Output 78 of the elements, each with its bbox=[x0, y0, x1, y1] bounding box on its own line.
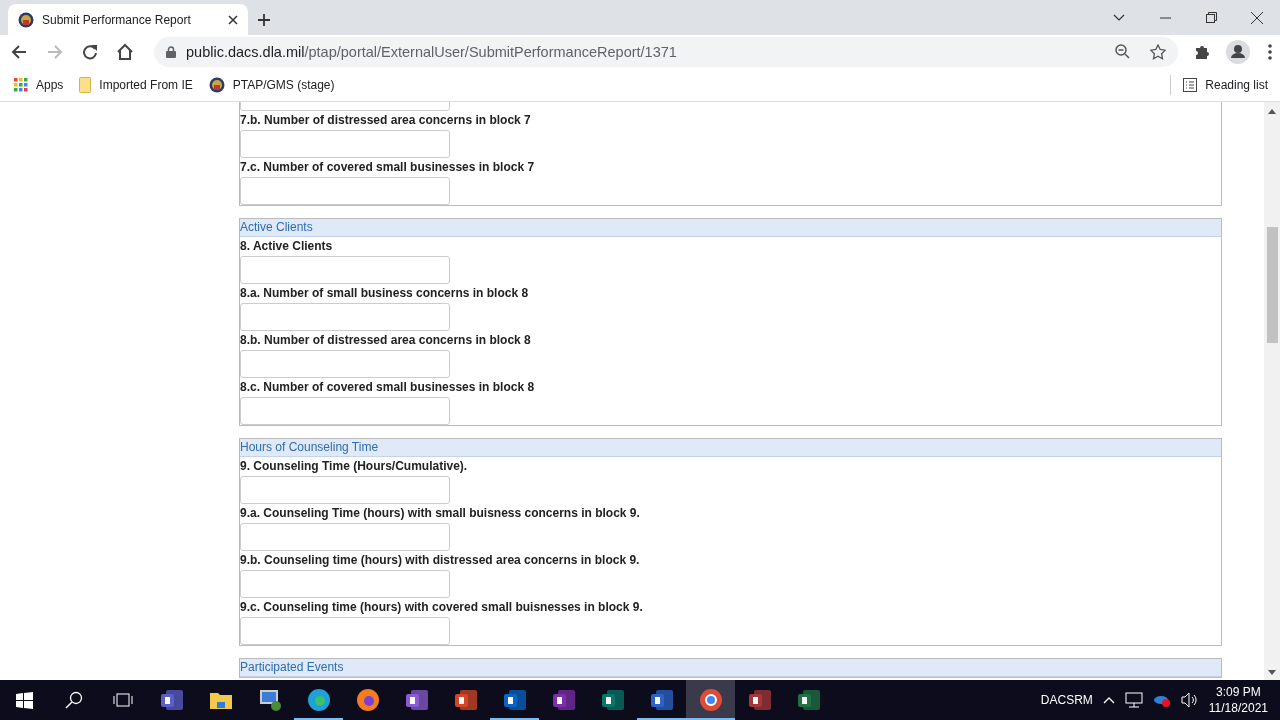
scroll-down-icon[interactable] bbox=[1268, 670, 1276, 675]
app-icon bbox=[698, 688, 723, 712]
app-icon bbox=[453, 688, 478, 712]
windows-logo-icon bbox=[16, 691, 33, 709]
section-header: Active Clients bbox=[240, 219, 1221, 237]
scroll-thumb[interactable] bbox=[1266, 227, 1278, 343]
chevron-up-icon[interactable] bbox=[1102, 696, 1115, 704]
input-field[interactable] bbox=[240, 523, 450, 551]
zoom-out-icon[interactable] bbox=[1115, 44, 1130, 59]
app-icon bbox=[747, 688, 772, 712]
app-icon bbox=[796, 688, 821, 712]
home-button[interactable] bbox=[116, 42, 134, 61]
restore-icon bbox=[1205, 12, 1217, 23]
plus-icon bbox=[257, 12, 271, 27]
network-icon[interactable] bbox=[1124, 692, 1143, 708]
app-icon bbox=[600, 688, 625, 712]
grid-icon bbox=[14, 77, 28, 92]
folder-icon bbox=[79, 76, 92, 93]
speaker-icon[interactable] bbox=[1180, 692, 1199, 708]
tab-title: Submit Performance Report bbox=[42, 12, 192, 27]
browser-tab[interactable]: Submit Performance Report bbox=[8, 4, 248, 35]
star-icon[interactable] bbox=[1150, 43, 1166, 60]
clock[interactable]: 3:09 PM 11/18/2021 bbox=[1208, 684, 1268, 716]
app-icon bbox=[306, 688, 331, 712]
menu-icon[interactable] bbox=[1268, 43, 1272, 60]
section-header: Hours of Counseling Time bbox=[240, 439, 1221, 457]
puzzle-icon[interactable] bbox=[1194, 43, 1210, 60]
scrollbar[interactable] bbox=[1264, 102, 1280, 680]
user-name: DACSRM bbox=[1040, 693, 1093, 707]
app-icon bbox=[551, 688, 576, 712]
folder-icon bbox=[208, 690, 233, 710]
search-icon bbox=[64, 691, 83, 709]
input-field[interactable] bbox=[240, 397, 450, 425]
reload-button[interactable] bbox=[82, 43, 98, 60]
field-label: 9.b. Counseling time (hours) with distressed area concerns in block 9. bbox=[240, 552, 641, 569]
taskbar-app-button[interactable] bbox=[686, 680, 735, 720]
field-label: 8. Active Clients bbox=[240, 238, 334, 255]
field-label: 9.a. Counseling Time (hours) with small buisness concerns in block 9. bbox=[240, 505, 641, 522]
list-icon bbox=[1183, 77, 1198, 92]
url-text: public.dacs.dla.mil/ptap/portal/ExternalUser/SubmitPerformanceReport/1371 bbox=[186, 43, 678, 60]
input-field[interactable] bbox=[240, 177, 450, 205]
input-field[interactable] bbox=[240, 130, 450, 158]
field-label: 9. Counseling Time (Hours/Cumulative). bbox=[240, 458, 469, 475]
field-label: 8.c. Number of covered small businesses in block 8 bbox=[240, 379, 536, 396]
field-label: 8.b. Number of distressed area concerns in block 8 bbox=[240, 332, 532, 349]
app-icon bbox=[404, 688, 429, 712]
reading-list-button[interactable]: Reading list bbox=[1170, 74, 1268, 95]
field-label: 8.a. Number of small business concerns in block 8 bbox=[240, 285, 530, 302]
address-bar[interactable]: public.dacs.dla.mil/ptap/portal/ExternalUser/SubmitPerformanceReport/1371 bbox=[154, 36, 1178, 67]
seal-icon bbox=[208, 76, 225, 93]
chevron-down-icon bbox=[1113, 13, 1125, 22]
close-tab-button[interactable] bbox=[228, 14, 238, 25]
input-field[interactable] bbox=[240, 617, 450, 645]
app-icon bbox=[502, 688, 527, 712]
input-field[interactable] bbox=[240, 570, 450, 598]
bookmark-link[interactable]: PTAP/GMS (stage) bbox=[208, 76, 335, 93]
task-view-icon bbox=[112, 693, 133, 707]
section-header: Participated Events bbox=[240, 659, 1221, 677]
monitor-icon bbox=[257, 688, 282, 712]
profile-avatar[interactable] bbox=[1226, 39, 1250, 64]
back-button[interactable] bbox=[10, 42, 28, 61]
app-icon bbox=[649, 688, 674, 712]
bookmark-link[interactable]: Imported From IE bbox=[79, 76, 193, 93]
bookmark-link[interactable]: Apps bbox=[14, 77, 64, 92]
app-icon bbox=[159, 688, 184, 712]
minimize-icon bbox=[1159, 16, 1171, 19]
app-icon bbox=[355, 688, 380, 712]
close-icon bbox=[1251, 11, 1263, 24]
field-label: 7.c. Number of covered small businesses in block 7 bbox=[240, 159, 536, 176]
input-field[interactable] bbox=[240, 476, 450, 504]
input-field[interactable] bbox=[240, 350, 450, 378]
field-label: 9.c. Counseling time (hours) with covered small buisnesses in block 9. bbox=[240, 599, 644, 616]
scroll-up-icon[interactable] bbox=[1268, 109, 1276, 114]
input-field[interactable] bbox=[240, 256, 450, 284]
seal-icon bbox=[18, 11, 34, 28]
field-label: 7.b. Number of distressed area concerns in block 7 bbox=[240, 112, 532, 129]
input-field[interactable] bbox=[240, 303, 450, 331]
lock-icon bbox=[166, 45, 176, 58]
